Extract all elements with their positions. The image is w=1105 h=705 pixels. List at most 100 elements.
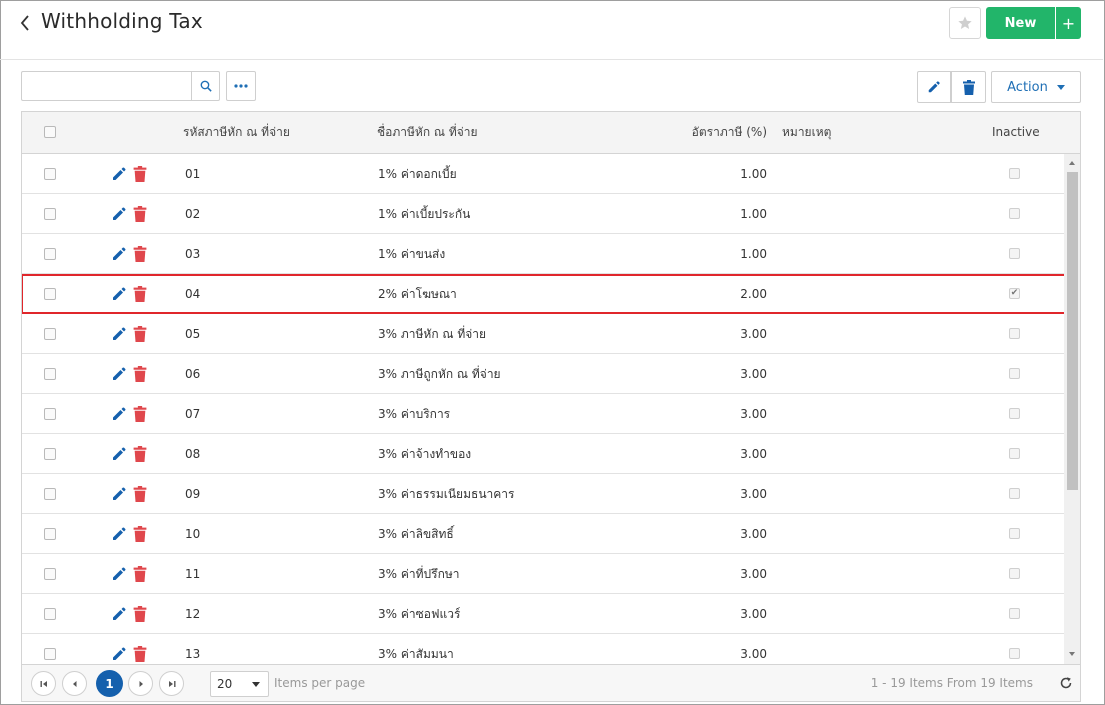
pencil-icon[interactable] <box>111 566 127 582</box>
page-size-select[interactable]: 20 <box>210 671 269 697</box>
pencil-icon[interactable] <box>111 446 127 462</box>
row-select-checkbox[interactable] <box>44 328 56 340</box>
vertical-scrollbar[interactable] <box>1064 154 1080 664</box>
table-row[interactable]: 07 3% ค่าบริการ 3.00 <box>22 394 1064 434</box>
table-row[interactable]: 09 3% ค่าธรรมเนียมธนาคาร 3.00 <box>22 474 1064 514</box>
search-input[interactable] <box>21 71 192 101</box>
table-row[interactable]: 13 3% ค่าสัมมนา 3.00 <box>22 634 1064 664</box>
row-select-checkbox[interactable] <box>44 488 56 500</box>
column-header-inactive[interactable]: Inactive <box>992 112 1040 153</box>
cell-name: 3% ภาษีหัก ณ ที่จ่าย <box>378 327 487 341</box>
cell-rate: 3.00 <box>740 647 767 661</box>
back-button[interactable] <box>18 13 34 33</box>
cell-name: 3% ค่าที่ปรึกษา <box>378 567 460 581</box>
row-select-checkbox[interactable] <box>44 408 56 420</box>
cell-rate: 1.00 <box>740 207 767 221</box>
bulk-edit-button[interactable] <box>917 71 951 103</box>
prev-page-button[interactable] <box>62 671 87 696</box>
row-select-checkbox[interactable] <box>44 248 56 260</box>
star-icon <box>958 16 972 29</box>
cell-name: 1% ค่าเบี้ยประกัน <box>378 207 471 221</box>
table-row[interactable]: 10 3% ค่าลิขสิทธิ์ 3.00 <box>22 514 1064 554</box>
trash-icon[interactable] <box>133 486 147 502</box>
trash-icon[interactable] <box>133 446 147 462</box>
cell-code: 05 <box>185 327 201 341</box>
table-row[interactable]: 03 1% ค่าขนส่ง 1.00 <box>22 234 1064 274</box>
cell-name: 3% ค่าลิขสิทธิ์ <box>378 527 454 541</box>
table-row[interactable]: 01 1% ค่าดอกเบี้ย 1.00 <box>22 154 1064 194</box>
pencil-icon[interactable] <box>111 646 127 662</box>
row-select-checkbox[interactable] <box>44 288 56 300</box>
trash-icon[interactable] <box>133 286 147 302</box>
cell-rate: 2.00 <box>740 287 767 301</box>
cell-code: 09 <box>185 487 201 501</box>
cell-name: 3% ค่าซอฟแวร์ <box>378 607 461 621</box>
trash-icon[interactable] <box>133 606 147 622</box>
row-select-checkbox[interactable] <box>44 608 56 620</box>
trash-icon[interactable] <box>133 246 147 262</box>
last-page-button[interactable] <box>159 671 184 696</box>
table-row[interactable]: 08 3% ค่าจ้างทำของ 3.00 <box>22 434 1064 474</box>
row-select-checkbox[interactable] <box>44 648 56 660</box>
cell-rate: 1.00 <box>740 247 767 261</box>
first-page-button[interactable] <box>31 671 56 696</box>
trash-icon[interactable] <box>133 406 147 422</box>
cell-code: 01 <box>185 167 201 181</box>
scroll-down-arrow[interactable] <box>1064 647 1080 661</box>
grid-header: รหัสภาษีหัก ณ ที่จ่าย ชื่อภาษีหัก ณ ที่จ… <box>22 112 1080 154</box>
inactive-checkbox <box>1009 528 1020 539</box>
column-header-remark[interactable]: หมายเหตุ <box>782 112 831 153</box>
action-dropdown[interactable]: Action <box>991 71 1081 103</box>
pencil-icon[interactable] <box>111 326 127 342</box>
cell-rate: 1.00 <box>740 167 767 181</box>
search-button[interactable] <box>191 71 220 101</box>
table-row[interactable]: 06 3% ภาษีถูกหัก ณ ที่จ่าย 3.00 <box>22 354 1064 394</box>
select-all-checkbox[interactable] <box>44 126 56 138</box>
table-row[interactable]: 12 3% ค่าซอฟแวร์ 3.00 <box>22 594 1064 634</box>
column-header-name[interactable]: ชื่อภาษีหัก ณ ที่จ่าย <box>377 112 478 153</box>
trash-icon[interactable] <box>133 326 147 342</box>
row-select-checkbox[interactable] <box>44 528 56 540</box>
pencil-icon[interactable] <box>111 366 127 382</box>
favorite-button[interactable] <box>949 7 981 39</box>
bulk-delete-button[interactable] <box>951 71 986 103</box>
more-options-button[interactable] <box>226 71 256 101</box>
trash-icon[interactable] <box>133 366 147 382</box>
row-select-checkbox[interactable] <box>44 208 56 220</box>
scroll-up-arrow[interactable] <box>1064 156 1080 170</box>
row-select-checkbox[interactable] <box>44 448 56 460</box>
scroll-thumb[interactable] <box>1067 172 1078 490</box>
trash-icon <box>962 79 975 95</box>
row-select-checkbox[interactable] <box>44 568 56 580</box>
cell-name: 3% ค่าสัมมนา <box>378 647 454 661</box>
row-select-checkbox[interactable] <box>44 368 56 380</box>
pencil-icon[interactable] <box>111 206 127 222</box>
trash-icon[interactable] <box>133 526 147 542</box>
column-header-code[interactable]: รหัสภาษีหัก ณ ที่จ่าย <box>183 112 290 153</box>
column-header-rate[interactable]: อัตราภาษี (%) <box>692 112 767 153</box>
row-select-checkbox[interactable] <box>44 168 56 180</box>
trash-icon[interactable] <box>133 646 147 662</box>
table-row[interactable]: 05 3% ภาษีหัก ณ ที่จ่าย 3.00 <box>22 314 1064 354</box>
next-page-button[interactable] <box>128 671 153 696</box>
pencil-icon[interactable] <box>111 606 127 622</box>
pencil-icon[interactable] <box>111 246 127 262</box>
items-per-page-label: Items per page <box>274 676 366 690</box>
table-row[interactable]: 11 3% ค่าที่ปรึกษา 3.00 <box>22 554 1064 594</box>
table-row[interactable]: 02 1% ค่าเบี้ยประกัน 1.00 <box>22 194 1064 234</box>
new-dropdown-button[interactable]: + <box>1056 7 1081 39</box>
new-button[interactable]: New <box>986 7 1055 39</box>
trash-icon[interactable] <box>133 566 147 582</box>
pencil-icon[interactable] <box>111 526 127 542</box>
trash-icon[interactable] <box>133 206 147 222</box>
trash-icon[interactable] <box>133 166 147 182</box>
table-row[interactable]: 04 2% ค่าโฆษณา 2.00 ✔ <box>22 274 1064 314</box>
refresh-icon[interactable] <box>1059 676 1073 690</box>
cell-code: 10 <box>185 527 201 541</box>
pencil-icon[interactable] <box>111 286 127 302</box>
pencil-icon[interactable] <box>111 486 127 502</box>
pencil-icon[interactable] <box>111 166 127 182</box>
current-page[interactable]: 1 <box>96 670 123 697</box>
cell-name: 3% ค่าธรรมเนียมธนาคาร <box>378 487 515 501</box>
pencil-icon[interactable] <box>111 406 127 422</box>
